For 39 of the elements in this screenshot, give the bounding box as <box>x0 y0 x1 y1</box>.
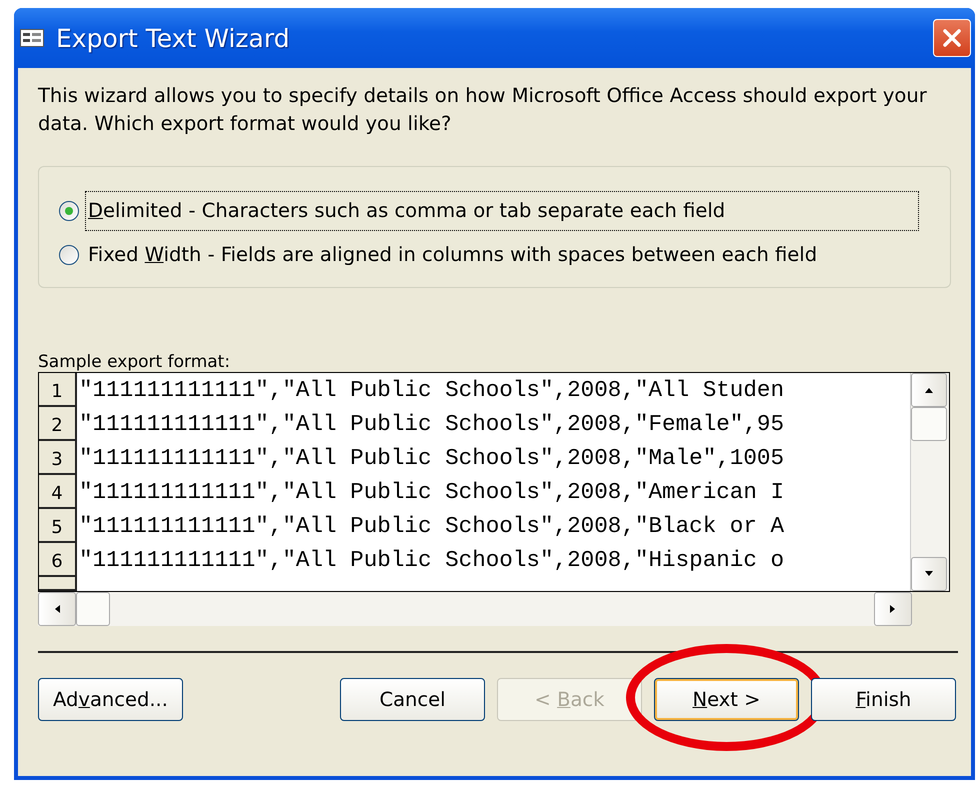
scroll-right-button[interactable] <box>874 592 912 626</box>
sample-label: Sample export format: <box>38 352 232 372</box>
option-label[interactable]: Delimited - Characters such as comma or tab separate each field <box>85 191 919 231</box>
sample-line: "111111111111","All Public Schools",2008,"Black or A <box>78 512 784 541</box>
scroll-left-button[interactable] <box>38 592 76 626</box>
scroll-down-button[interactable] <box>911 557 947 591</box>
sample-line: "111111111111","All Public Schools",2008,"Male",1005 <box>78 444 784 473</box>
sample-line: "111111111111","All Public Schools",2008,"All Studen <box>78 376 784 405</box>
wizard-button[interactable]: Next > <box>654 678 799 721</box>
radio-button[interactable] <box>59 201 79 221</box>
sample-line: "111111111111","All Public Schools",2008,"Hispanic o <box>78 546 784 575</box>
wizard-button[interactable]: Advanced... <box>38 678 183 721</box>
wizard-button[interactable]: Cancel <box>340 678 485 721</box>
radio-button[interactable] <box>59 245 79 265</box>
close-icon <box>941 27 963 49</box>
right-arrow-icon <box>889 603 897 615</box>
scroll-up-button[interactable] <box>911 373 947 407</box>
intro-text: This wizard allows you to specify details on how Microsoft Office Access should export your data. Which export format would you like? <box>38 83 928 137</box>
sample-line: "111111111111","All Public Schools",2008,"American I <box>78 478 784 507</box>
row-number: 4 <box>39 475 77 509</box>
wizard-button[interactable]: Finish <box>811 678 956 721</box>
close-button[interactable] <box>933 19 971 57</box>
left-arrow-icon <box>53 603 61 615</box>
scroll-thumb[interactable] <box>911 407 947 441</box>
sample-line: "111111111111","All Public Schools",2008,"Female",95 <box>78 410 784 439</box>
row-number: 5 <box>39 509 77 543</box>
row-number: 6 <box>39 543 77 577</box>
up-arrow-icon <box>923 386 935 394</box>
window-title: Export Text Wizard <box>56 24 291 52</box>
horizontal-scrollbar[interactable] <box>38 592 912 626</box>
scroll-thumb[interactable] <box>76 592 110 626</box>
row-number: 1 <box>39 373 77 407</box>
form-icon <box>20 29 44 47</box>
row-number-cell <box>39 577 77 591</box>
vertical-scrollbar[interactable] <box>910 373 949 591</box>
row-number: 3 <box>39 441 77 475</box>
option-label[interactable]: Fixed Width - Fields are aligned in columns with spaces between each field <box>85 235 919 275</box>
down-arrow-icon <box>923 570 935 578</box>
row-number: 2 <box>39 407 77 441</box>
